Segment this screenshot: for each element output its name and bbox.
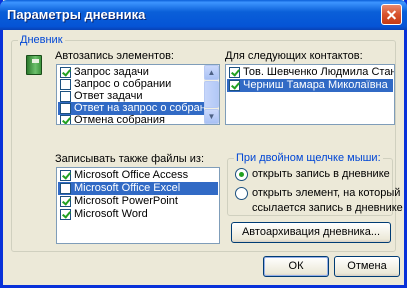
file-source-row[interactable]: Microsoft PowerPoint [58, 195, 218, 208]
contact-checkbox[interactable] [229, 67, 240, 78]
title-bar[interactable]: Параметры дневника [0, 0, 407, 30]
file-source-checkbox[interactable] [60, 209, 71, 220]
scroll-up-icon[interactable]: ▲ [204, 65, 219, 80]
radio-open-item-label-2[interactable]: ссылается запись в дневнике [252, 202, 403, 214]
scroll-down-icon[interactable]: ▼ [204, 109, 219, 124]
file-source-row[interactable]: Microsoft Word [58, 208, 218, 221]
file-source-row[interactable]: Microsoft Office Access [58, 169, 218, 182]
contacts-list[interactable]: Тов. Шевченко Людмила СтаніслаЧерниш Там… [225, 64, 395, 125]
auto-items-list[interactable]: Запрос задачи Запрос о собрании Ответ зада… [56, 64, 220, 125]
auto-item-label: Отмена собрания [74, 114, 165, 125]
radio-open-journal-entry-label[interactable]: открыть запись в дневнике [252, 168, 390, 180]
file-source-checkbox[interactable] [60, 170, 71, 181]
auto-item-row[interactable]: Отмена собрания [58, 114, 218, 125]
file-source-label: Microsoft Word [74, 208, 148, 220]
contact-checkbox[interactable] [229, 80, 240, 91]
radio-open-journal-entry[interactable] [235, 168, 248, 181]
auto-item-checkbox[interactable] [60, 67, 71, 78]
radio-open-item[interactable] [235, 187, 248, 200]
auto-item-checkbox[interactable] [60, 115, 71, 124]
autoarchive-button[interactable]: Автоархивация дневника... [231, 222, 391, 243]
contact-label: Тов. Шевченко Людмила Станісла [243, 66, 395, 78]
journal-group-legend: Дневник [18, 34, 65, 46]
auto-item-checkbox[interactable] [60, 91, 71, 102]
auto-items-label: Автозапись элементов: [55, 50, 174, 62]
contact-label: Черниш Тамара Миколаївна [243, 79, 388, 91]
window-title: Параметры дневника [7, 7, 146, 22]
auto-item-checkbox[interactable] [60, 79, 71, 90]
close-button[interactable] [381, 4, 402, 25]
radio-open-item-label-1[interactable]: открыть элемент, на который [252, 187, 400, 199]
files-list[interactable]: Microsoft Office Access Microsoft Office … [56, 167, 220, 244]
contact-row[interactable]: Черниш Тамара Миколаївна [227, 79, 393, 92]
file-source-row[interactable]: Microsoft Office Excel [58, 182, 218, 195]
file-source-checkbox[interactable] [60, 183, 71, 194]
dialog-window: Параметры дневника Дневник Автозапись эл… [0, 0, 407, 288]
cancel-button[interactable]: Отмена [334, 256, 400, 277]
ok-button[interactable]: ОК [263, 256, 329, 277]
contact-row[interactable]: Тов. Шевченко Людмила Станісла [227, 66, 395, 79]
file-source-label: Microsoft Office Excel [74, 182, 181, 194]
files-label: Записывать также файлы из: [55, 153, 205, 165]
journal-icon [26, 55, 42, 75]
file-source-checkbox[interactable] [60, 196, 71, 207]
scroll-thumb[interactable] [204, 81, 219, 108]
contacts-label: Для следующих контактов: [225, 50, 363, 62]
auto-items-scrollbar[interactable]: ▲ ▼ [204, 65, 219, 124]
auto-item-checkbox[interactable] [60, 103, 71, 114]
dblclick-legend: При двойном щелчке мыши: [234, 152, 383, 164]
file-source-label: Microsoft PowerPoint [74, 195, 178, 207]
file-source-label: Microsoft Office Access [74, 169, 189, 181]
